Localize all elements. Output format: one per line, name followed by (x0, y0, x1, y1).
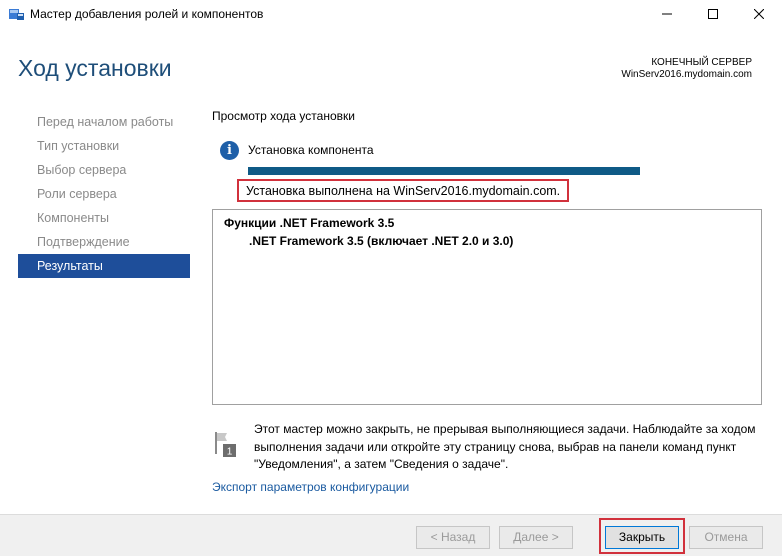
section-title: Просмотр хода установки (212, 109, 355, 123)
sidebar-item-installation-type: Тип установки (37, 139, 120, 153)
installed-features-list[interactable]: Функции .NET Framework 3.5 .NET Framewor… (212, 209, 762, 405)
close-window-button[interactable] (736, 0, 782, 30)
server-manager-icon (8, 6, 26, 22)
sidebar-item-confirmation: Подтверждение (37, 235, 130, 249)
maximize-button[interactable] (690, 0, 736, 30)
maximize-icon (708, 8, 718, 22)
notification-flag-icon: 1 (213, 430, 241, 458)
minimize-button[interactable] (644, 0, 690, 30)
wizard-close-note: Этот мастер можно закрыть, не прерывая в… (254, 422, 756, 471)
install-status-label: Установка компонента (248, 143, 374, 157)
close-button-highlight (599, 518, 685, 554)
destination-server-label: КОНЕЧНЫЙ СЕРВЕР (651, 57, 752, 68)
page-title: Ход установки (18, 55, 172, 81)
install-progress-fill (248, 167, 640, 175)
close-icon (753, 8, 765, 22)
info-icon: i (220, 141, 239, 160)
install-progress-bar (248, 167, 640, 175)
cancel-button[interactable]: Отмена (689, 526, 763, 549)
sidebar-item-server-roles: Роли сервера (37, 187, 117, 201)
sidebar-item-before-you-begin: Перед началом работы (37, 115, 174, 129)
next-button[interactable]: Далее > (499, 526, 573, 549)
minimize-icon (662, 8, 672, 22)
window-title: Мастер добавления ролей и компонентов (30, 7, 264, 21)
wizard-window: Мастер добавления ролей и компонентов Хо… (0, 0, 782, 556)
export-configuration-link[interactable]: Экспорт параметров конфигурации (212, 480, 409, 494)
sidebar-item-results[interactable]: Результаты (18, 254, 190, 278)
feature-group-name: Функции .NET Framework 3.5 (224, 216, 395, 230)
back-button[interactable]: < Назад (416, 526, 490, 549)
sidebar-item-features: Компоненты (37, 211, 110, 225)
destination-server-name: WinServ2016.mydomain.com (621, 69, 752, 80)
title-bar: Мастер добавления ролей и компонентов (0, 0, 782, 30)
notification-count: 1 (227, 447, 233, 458)
sidebar-item-server-selection: Выбор сервера (37, 163, 127, 177)
wizard-steps-sidebar: Перед началом работы Тип установки Выбор… (18, 110, 190, 278)
install-result-message: Установка выполнена на WinServ2016.mydom… (237, 179, 570, 202)
feature-item-name: .NET Framework 3.5 (включает .NET 2.0 и … (249, 234, 514, 248)
